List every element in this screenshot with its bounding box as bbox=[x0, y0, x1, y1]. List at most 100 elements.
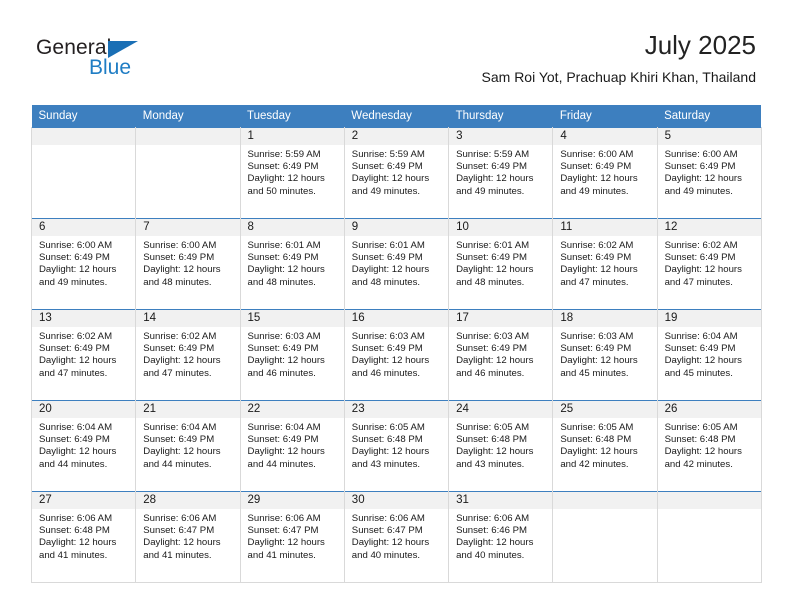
calendar-grid: Sunday Monday Tuesday Wednesday Thursday… bbox=[30, 105, 762, 583]
sun-info: Sunrise: 6:06 AM Sunset: 6:47 PM Daylight:… bbox=[241, 509, 344, 562]
calendar-day-cell[interactable]: 23 Sunrise: 6:05 AM Sunset: 6:48 PM Dayligh… bbox=[343, 400, 450, 492]
day-cell-inner: 26 Sunrise: 6:05 AM Sunset: 6:48 PM Dayligh… bbox=[657, 401, 761, 491]
calendar-day-cell[interactable]: 10 Sunrise: 6:01 AM Sunset: 6:49 PM Dayligh… bbox=[448, 218, 554, 310]
calendar-day-cell[interactable]: 29 Sunrise: 6:06 AM Sunset: 6:47 PM Dayligh… bbox=[239, 491, 345, 583]
day-number: 8 bbox=[240, 219, 344, 236]
sunrise-text: Sunrise: 6:02 AM bbox=[143, 331, 217, 342]
sun-info: Sunrise: 6:05 AM Sunset: 6:48 PM Daylight:… bbox=[345, 418, 448, 471]
day-number: 30 bbox=[344, 492, 449, 509]
sun-info: Sunrise: 6:02 AM Sunset: 6:49 PM Daylight:… bbox=[658, 236, 761, 289]
daylight-text: and 45 minutes. bbox=[664, 367, 733, 379]
calendar-day-cell[interactable]: 18 Sunrise: 6:03 AM Sunset: 6:49 PM Dayligh… bbox=[552, 309, 658, 401]
calendar-day-cell[interactable]: 4 Sunrise: 6:00 AM Sunset: 6:49 PM Daylight… bbox=[552, 127, 658, 219]
daylight-text: and 46 minutes. bbox=[351, 367, 421, 379]
day-cell-inner: 9 Sunrise: 6:01 AM Sunset: 6:49 PM Daylight… bbox=[344, 219, 449, 309]
sunrise-text: Sunrise: 6:00 AM bbox=[664, 149, 738, 160]
calendar-day-cell[interactable]: 31 Sunrise: 6:06 AM Sunset: 6:46 PM Dayligh… bbox=[448, 491, 554, 583]
daylight-text: and 48 minutes. bbox=[351, 276, 421, 288]
calendar-day-cell[interactable]: 24 Sunrise: 6:05 AM Sunset: 6:48 PM Dayligh… bbox=[448, 400, 554, 492]
calendar-day-cell[interactable]: 28 Sunrise: 6:06 AM Sunset: 6:47 PM Dayligh… bbox=[135, 491, 241, 583]
daylight-text: Daylight: 12 hours bbox=[560, 446, 638, 458]
day-cell-inner: 17 Sunrise: 6:03 AM Sunset: 6:49 PM Dayligh… bbox=[449, 310, 553, 400]
daylight-text: and 47 minutes. bbox=[560, 276, 629, 288]
day-number: 12 bbox=[657, 219, 761, 236]
calendar-day-cell[interactable]: 20 Sunrise: 6:04 AM Sunset: 6:49 PM Dayligh… bbox=[30, 400, 137, 492]
daylight-text: Daylight: 12 hours bbox=[456, 173, 534, 185]
sunrise-text: Sunrise: 6:02 AM bbox=[39, 331, 113, 342]
day-cell-inner: 20 Sunrise: 6:04 AM Sunset: 6:49 PM Dayligh… bbox=[32, 401, 136, 491]
calendar-day-cell[interactable]: 13 Sunrise: 6:02 AM Sunset: 6:49 PM Dayligh… bbox=[30, 309, 137, 401]
sun-info: Sunrise: 5:59 AM Sunset: 6:49 PM Daylight:… bbox=[345, 145, 448, 198]
daylight-text: Daylight: 12 hours bbox=[247, 173, 325, 185]
day-cell-inner: 6 Sunrise: 6:00 AM Sunset: 6:49 PM Daylight… bbox=[32, 219, 136, 309]
daylight-text: Daylight: 12 hours bbox=[664, 264, 742, 276]
calendar-day-cell-empty bbox=[656, 491, 762, 583]
calendar-day-cell[interactable]: 15 Sunrise: 6:03 AM Sunset: 6:49 PM Dayligh… bbox=[239, 309, 345, 401]
sunrise-text: Sunrise: 6:03 AM bbox=[456, 331, 530, 342]
calendar-day-cell[interactable]: 6 Sunrise: 6:00 AM Sunset: 6:49 PM Daylight… bbox=[30, 218, 137, 310]
sun-info: Sunrise: 6:01 AM Sunset: 6:49 PM Daylight:… bbox=[241, 236, 344, 289]
daylight-text: and 47 minutes. bbox=[39, 367, 108, 379]
page-subtitle: Sam Roi Yot, Prachuap Khiri Khan, Thaila… bbox=[481, 69, 756, 85]
page-header: General Blue July 2025 Sam Roi Yot, Prac… bbox=[0, 0, 792, 100]
calendar-day-cell[interactable]: 26 Sunrise: 6:05 AM Sunset: 6:48 PM Dayligh… bbox=[656, 400, 762, 492]
general-blue-logo[interactable]: General Blue bbox=[36, 36, 216, 84]
sunset-text: Sunset: 6:49 PM bbox=[456, 161, 527, 173]
sun-info: Sunrise: 6:03 AM Sunset: 6:49 PM Daylight:… bbox=[241, 327, 344, 380]
sun-info: Sunrise: 6:04 AM Sunset: 6:49 PM Daylight:… bbox=[658, 327, 761, 380]
day-number: 6 bbox=[32, 219, 136, 236]
day-cell-inner: 28 Sunrise: 6:06 AM Sunset: 6:47 PM Dayligh… bbox=[136, 492, 240, 582]
calendar-day-cell[interactable]: 17 Sunrise: 6:03 AM Sunset: 6:49 PM Dayligh… bbox=[448, 309, 554, 401]
calendar-day-cell[interactable]: 22 Sunrise: 6:04 AM Sunset: 6:49 PM Dayligh… bbox=[239, 400, 345, 492]
daylight-text: and 41 minutes. bbox=[247, 549, 316, 561]
calendar-day-cell[interactable]: 27 Sunrise: 6:06 AM Sunset: 6:48 PM Dayligh… bbox=[30, 491, 137, 583]
calendar-day-cell[interactable]: 16 Sunrise: 6:03 AM Sunset: 6:49 PM Dayligh… bbox=[343, 309, 450, 401]
day-number: 24 bbox=[449, 401, 553, 418]
sunset-text: Sunset: 6:49 PM bbox=[351, 161, 423, 173]
day-cell-inner: 16 Sunrise: 6:03 AM Sunset: 6:49 PM Dayligh… bbox=[344, 310, 449, 400]
calendar-day-cell[interactable]: 7 Sunrise: 6:00 AM Sunset: 6:49 PM Daylight… bbox=[135, 218, 241, 310]
calendar-day-cell[interactable]: 8 Sunrise: 6:01 AM Sunset: 6:49 PM Daylight… bbox=[239, 218, 345, 310]
sunset-text: Sunset: 6:49 PM bbox=[560, 252, 632, 264]
daylight-text: and 44 minutes. bbox=[247, 458, 316, 470]
calendar-body: 1 Sunrise: 5:59 AM Sunset: 6:49 PM Daylight… bbox=[30, 127, 762, 583]
sunrise-text: Sunrise: 6:02 AM bbox=[664, 240, 738, 251]
sun-info: Sunrise: 6:04 AM Sunset: 6:49 PM Daylight:… bbox=[136, 418, 239, 471]
daylight-text: and 49 minutes. bbox=[664, 185, 733, 197]
daylight-text: and 48 minutes. bbox=[456, 276, 525, 288]
sun-info: Sunrise: 6:06 AM Sunset: 6:47 PM Daylight:… bbox=[345, 509, 448, 562]
day-cell-inner bbox=[32, 128, 136, 218]
sunset-text: Sunset: 6:46 PM bbox=[456, 525, 527, 537]
sun-info: Sunrise: 6:01 AM Sunset: 6:49 PM Daylight:… bbox=[449, 236, 552, 289]
day-number: 18 bbox=[553, 310, 657, 327]
calendar-day-cell[interactable]: 3 Sunrise: 5:59 AM Sunset: 6:49 PM Daylight… bbox=[448, 127, 554, 219]
day-number: 9 bbox=[344, 219, 449, 236]
sunrise-text: Sunrise: 6:00 AM bbox=[39, 240, 113, 251]
weekday-header-saturday: Saturday bbox=[657, 105, 762, 128]
calendar-day-cell[interactable]: 25 Sunrise: 6:05 AM Sunset: 6:48 PM Dayligh… bbox=[552, 400, 658, 492]
day-cell-inner: 4 Sunrise: 6:00 AM Sunset: 6:49 PM Daylight… bbox=[553, 128, 657, 218]
calendar-day-cell[interactable]: 14 Sunrise: 6:02 AM Sunset: 6:49 PM Dayligh… bbox=[135, 309, 241, 401]
page-title: July 2025 bbox=[644, 30, 756, 60]
calendar-day-cell[interactable]: 11 Sunrise: 6:02 AM Sunset: 6:49 PM Dayligh… bbox=[552, 218, 658, 310]
calendar-day-cell[interactable]: 19 Sunrise: 6:04 AM Sunset: 6:49 PM Dayligh… bbox=[656, 309, 762, 401]
day-number: 5 bbox=[657, 128, 761, 145]
day-number bbox=[657, 492, 761, 509]
day-cell-inner: 18 Sunrise: 6:03 AM Sunset: 6:49 PM Dayligh… bbox=[553, 310, 657, 400]
daylight-text: and 49 minutes. bbox=[39, 276, 108, 288]
sunrise-text: Sunrise: 6:06 AM bbox=[39, 513, 113, 524]
daylight-text: Daylight: 12 hours bbox=[664, 446, 742, 458]
calendar-day-cell[interactable]: 2 Sunrise: 5:59 AM Sunset: 6:49 PM Daylight… bbox=[343, 127, 450, 219]
calendar-day-cell[interactable]: 21 Sunrise: 6:04 AM Sunset: 6:49 PM Dayligh… bbox=[135, 400, 241, 492]
logo-text-blue: Blue bbox=[89, 56, 132, 79]
day-number bbox=[136, 128, 240, 145]
calendar-day-cell[interactable]: 30 Sunrise: 6:06 AM Sunset: 6:47 PM Dayligh… bbox=[343, 491, 450, 583]
calendar-day-cell[interactable]: 9 Sunrise: 6:01 AM Sunset: 6:49 PM Daylight… bbox=[343, 218, 450, 310]
sun-info: Sunrise: 6:03 AM Sunset: 6:49 PM Daylight:… bbox=[449, 327, 552, 380]
sunset-text: Sunset: 6:49 PM bbox=[143, 343, 215, 355]
sun-info: Sunrise: 5:59 AM Sunset: 6:49 PM Daylight:… bbox=[449, 145, 552, 198]
calendar-day-cell[interactable]: 12 Sunrise: 6:02 AM Sunset: 6:49 PM Dayligh… bbox=[656, 218, 762, 310]
calendar-day-cell[interactable]: 1 Sunrise: 5:59 AM Sunset: 6:49 PM Daylight… bbox=[239, 127, 345, 219]
sunset-text: Sunset: 6:49 PM bbox=[39, 252, 110, 264]
calendar-day-cell[interactable]: 5 Sunrise: 6:00 AM Sunset: 6:49 PM Daylight… bbox=[656, 127, 762, 219]
